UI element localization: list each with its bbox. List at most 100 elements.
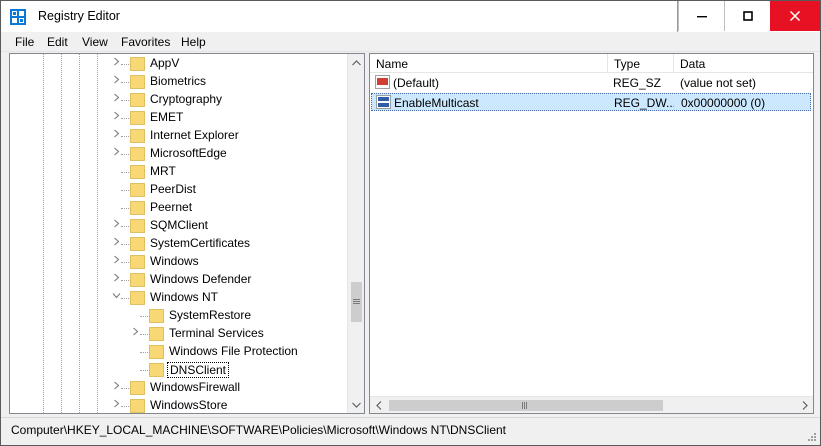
scroll-thumb[interactable]	[389, 400, 663, 411]
folder-icon	[130, 111, 145, 125]
grip-line	[524, 402, 525, 409]
tree-expander[interactable]	[111, 111, 121, 123]
string-value-icon	[375, 75, 390, 89]
tree-expander[interactable]	[111, 399, 121, 411]
tree-item[interactable]: Peernet	[10, 199, 348, 217]
tree-item[interactable]: SystemCertificates	[10, 235, 348, 253]
tree-expander[interactable]	[111, 237, 121, 249]
scroll-thumb[interactable]	[351, 282, 362, 322]
title-bar[interactable]: Registry Editor	[1, 1, 820, 32]
tree-item-label: AppV	[150, 56, 180, 70]
menu-edit[interactable]: Edit	[47, 35, 68, 49]
tree-item[interactable]: Windows File Protection	[10, 343, 348, 361]
tree-expander[interactable]	[111, 219, 121, 231]
tree-item-label: Windows	[150, 254, 199, 268]
tree-item[interactable]: WindowsStore	[10, 397, 348, 413]
menu-favorites[interactable]: Favorites	[121, 35, 170, 49]
chevron-right-icon	[113, 147, 119, 156]
tree-item[interactable]: Cryptography	[10, 91, 348, 109]
column-header-name[interactable]: Name	[370, 54, 608, 73]
chevron-down-icon	[352, 402, 361, 408]
column-header-data[interactable]: Data	[674, 54, 813, 73]
resize-grip-icon[interactable]	[806, 431, 816, 441]
close-button[interactable]	[770, 1, 820, 31]
folder-icon	[149, 327, 164, 341]
tree-item-label: Windows File Protection	[169, 344, 298, 358]
tree-expander[interactable]	[111, 381, 121, 393]
tree-expander[interactable]	[111, 93, 121, 105]
tree-item[interactable]: Internet Explorer	[10, 127, 348, 145]
value-row[interactable]: EnableMulticast REG_DW... 0x00000000 (0)	[371, 93, 811, 111]
tree-item-label: Terminal Services	[169, 326, 264, 340]
tree-expander[interactable]	[111, 129, 121, 141]
menu-view[interactable]: View	[82, 35, 108, 49]
chevron-right-icon	[113, 57, 119, 66]
folder-icon	[130, 273, 145, 287]
tree-item[interactable]: MRT	[10, 163, 348, 181]
tree-item[interactable]: Windows NT	[10, 289, 348, 307]
tree-item[interactable]: DNSClient	[10, 361, 348, 379]
grip-line	[353, 299, 360, 300]
tree-item-label: WindowsStore	[150, 398, 228, 412]
tree-expander[interactable]	[111, 57, 121, 69]
value-row[interactable]: (Default) REG_SZ (value not set)	[371, 74, 811, 92]
folder-icon	[130, 165, 145, 179]
menu-bar: File Edit View Favorites Help	[1, 32, 820, 52]
tree-expander[interactable]	[111, 273, 121, 285]
scroll-up-button[interactable]	[348, 54, 364, 71]
folder-icon	[130, 147, 145, 161]
tree-item[interactable]: MicrosoftEdge	[10, 145, 348, 163]
tree-item[interactable]: AppV	[10, 55, 348, 73]
chevron-right-icon	[113, 111, 119, 120]
grip-line	[526, 402, 527, 409]
tree-item[interactable]: EMET	[10, 109, 348, 127]
grip-line	[522, 402, 523, 409]
status-bar: Computer\HKEY_LOCAL_MACHINE\SOFTWARE\Pol…	[1, 417, 820, 445]
chevron-left-icon	[375, 401, 381, 410]
tree-expander[interactable]	[111, 255, 121, 267]
tree-expander[interactable]	[111, 291, 121, 303]
tree-item[interactable]: SystemRestore	[10, 307, 348, 325]
tree-item-label: Windows NT	[150, 290, 219, 304]
value-name: EnableMulticast	[394, 96, 479, 110]
menu-help[interactable]: Help	[181, 35, 206, 49]
list-header: Name Type Data	[370, 54, 813, 73]
value-data: (value not set)	[680, 76, 757, 90]
tree-item[interactable]: Biometrics	[10, 73, 348, 91]
tree-item[interactable]: Windows Defender	[10, 271, 348, 289]
tree-expander[interactable]	[111, 75, 121, 87]
tree-item[interactable]: Terminal Services	[10, 325, 348, 343]
chevron-right-icon	[113, 129, 119, 138]
chevron-right-icon	[113, 399, 119, 408]
registry-tree-pane[interactable]: AppV Biometrics Cryptography EMET Internet E…	[9, 53, 365, 414]
chevron-right-icon	[132, 327, 138, 336]
folder-icon	[130, 57, 145, 71]
folder-icon	[149, 363, 164, 377]
scroll-right-button[interactable]	[796, 397, 813, 413]
values-list-pane[interactable]: Name Type Data (Default) REG_SZ (value not…	[369, 53, 814, 414]
maximize-button[interactable]	[724, 1, 770, 31]
tree-item-label: EMET	[150, 110, 184, 124]
tree-item-label: SQMClient	[150, 218, 209, 232]
scroll-down-button[interactable]	[348, 396, 364, 413]
folder-icon	[130, 291, 145, 305]
column-header-type[interactable]: Type	[608, 54, 674, 73]
tree-connector	[111, 165, 121, 177]
tree-expander[interactable]	[111, 147, 121, 159]
scroll-left-button[interactable]	[370, 397, 387, 413]
tree-item[interactable]: Windows	[10, 253, 348, 271]
tree-item[interactable]: SQMClient	[10, 217, 348, 235]
tree-item-label: Internet Explorer	[150, 128, 239, 142]
tree-item[interactable]: PeerDist	[10, 181, 348, 199]
tree-item-label: WindowsFirewall	[150, 380, 241, 394]
menu-file[interactable]: File	[15, 35, 34, 49]
tree-vertical-scrollbar[interactable]	[347, 54, 364, 413]
minimize-button[interactable]	[678, 1, 724, 31]
tree-item-label: Cryptography	[150, 92, 223, 106]
tree-item[interactable]: WindowsFirewall	[10, 379, 348, 397]
maximize-icon	[742, 11, 753, 21]
folder-icon	[130, 237, 145, 251]
list-horizontal-scrollbar[interactable]	[370, 396, 813, 413]
tree-expander[interactable]	[130, 327, 140, 339]
tree-item-label: MicrosoftEdge	[150, 146, 227, 160]
